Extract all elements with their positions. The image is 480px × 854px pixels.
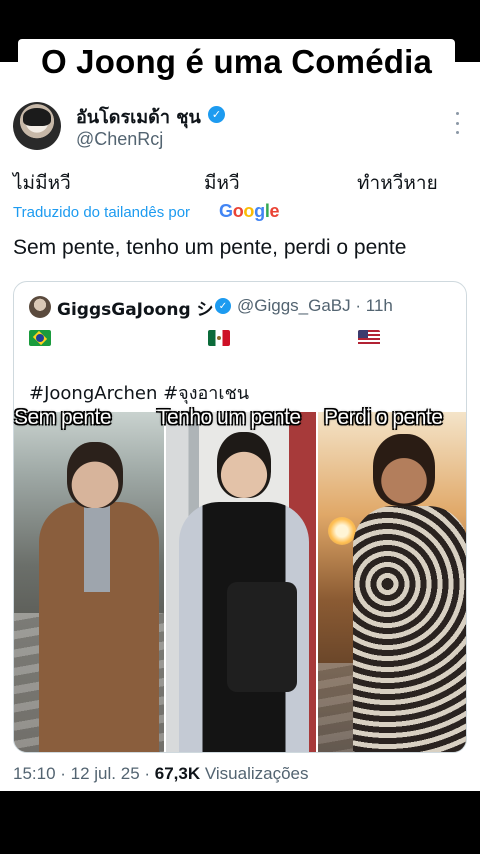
tweet-metadata: 15:10 · 12 jul. 25 · 67,3K Visualizações bbox=[13, 764, 309, 784]
quote-photo-3[interactable] bbox=[318, 412, 466, 752]
author-display-name[interactable]: อันโดรเมด้า ชุน bbox=[76, 102, 201, 131]
video-caption: O Joong é uma Comédia bbox=[18, 39, 455, 85]
verified-badge-icon: ✓ bbox=[208, 106, 225, 123]
google-logo: Google bbox=[219, 201, 280, 221]
more-options-icon[interactable] bbox=[450, 112, 464, 134]
overlay-text-1: Sem pente bbox=[14, 406, 112, 429]
author-avatar[interactable] bbox=[13, 102, 61, 150]
original-word-3: ทำหวีหาย bbox=[357, 172, 438, 194]
overlay-text-2: Tenho um pente bbox=[157, 406, 301, 429]
original-word-2: มีหวี bbox=[204, 172, 240, 194]
views-label: Visualizações bbox=[200, 764, 309, 783]
original-word-1: ไม่มีหวี bbox=[13, 172, 71, 194]
quote-photo-2[interactable] bbox=[166, 412, 316, 752]
bottom-letterbox bbox=[0, 791, 480, 854]
tweet-text: Sem pente, tenho um pente, perdi o pente bbox=[13, 236, 407, 259]
author-handle[interactable]: @ChenRcj bbox=[76, 129, 163, 150]
views-count: 67,3K bbox=[154, 764, 201, 783]
overlay-text-3: Perdi o pente bbox=[324, 406, 443, 429]
quote-author-name[interactable]: GiggsGaJoong シ bbox=[57, 295, 214, 320]
brazil-flag-icon bbox=[29, 330, 51, 346]
caption-text: O Joong é uma Comédia bbox=[40, 43, 433, 80]
usa-flag-icon bbox=[358, 330, 380, 346]
mexico-flag-icon bbox=[208, 330, 230, 346]
quote-author-handle-time[interactable]: @Giggs_GaBJ · 11h bbox=[237, 296, 393, 316]
translation-attribution[interactable]: Traduzido do tailandês por bbox=[13, 204, 190, 221]
quoted-tweet[interactable]: GiggsGaJoong シ ✓ @Giggs_GaBJ · 11h #Joon… bbox=[13, 281, 467, 753]
quote-hashtags[interactable]: #JoongArchen #จุงอาเชน bbox=[29, 378, 249, 407]
quote-author-avatar[interactable] bbox=[29, 296, 51, 318]
tweet-timestamp: 15:10 · 12 jul. 25 · bbox=[13, 764, 155, 783]
quote-photo-1[interactable] bbox=[14, 412, 164, 752]
quote-verified-badge-icon: ✓ bbox=[215, 298, 231, 314]
